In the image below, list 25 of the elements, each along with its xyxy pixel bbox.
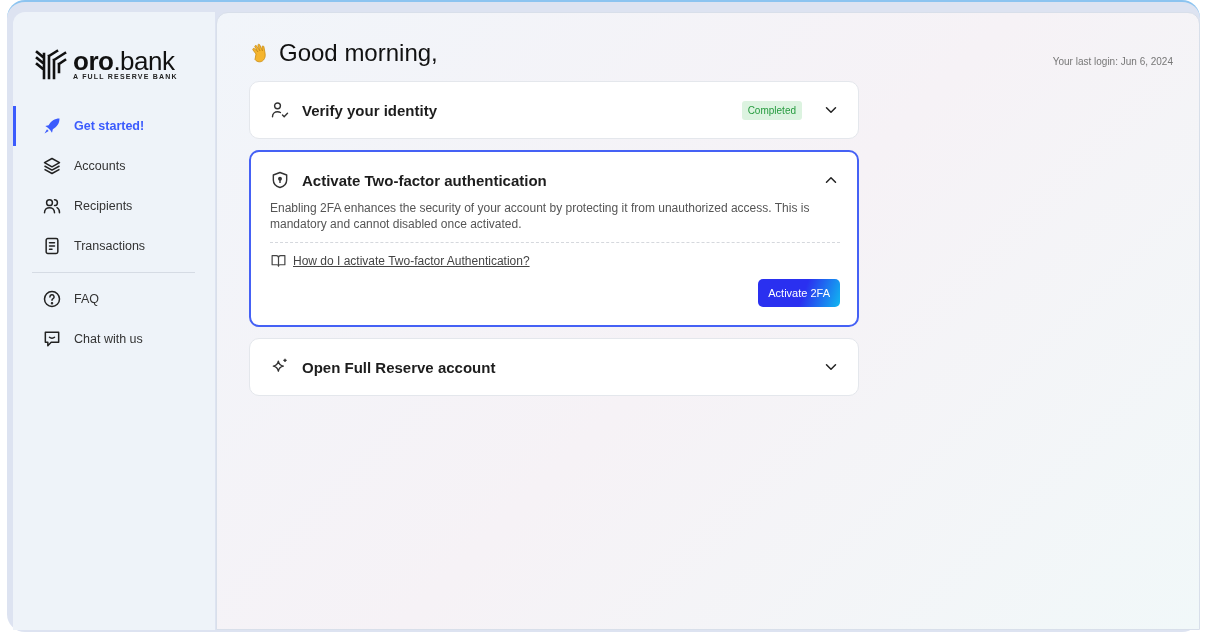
step-description: Enabling 2FA enhances the security of your account by protecting it from unauthorized access. This is mandatory and cannot disabled once activated. — [270, 200, 811, 232]
brand-name: oro.bank — [73, 48, 175, 73]
rocket-icon — [42, 116, 62, 136]
help-link[interactable]: How do I activate Two-factor Authentication? — [293, 253, 530, 268]
document-icon — [42, 236, 62, 256]
step-title: Verify your identity — [302, 101, 439, 119]
sidebar-item[interactable]: Transactions — [13, 226, 215, 266]
chat-icon — [42, 329, 62, 349]
sidebar-item[interactable]: Recipients — [13, 186, 215, 226]
sidebar-item[interactable]: FAQ — [13, 279, 215, 319]
status-badge: Completed — [741, 100, 802, 120]
user-check-icon — [270, 100, 290, 120]
layers-icon — [42, 156, 62, 176]
book-icon — [270, 252, 287, 269]
activate-button[interactable]: Activate 2FA — [758, 279, 840, 307]
step-title: Open Full Reserve account — [302, 358, 497, 376]
greeting-text: Good morning, — [279, 39, 438, 67]
logo-icon — [35, 48, 67, 80]
sidebar-item[interactable]: Chat with us — [13, 319, 215, 359]
users-icon — [42, 196, 62, 216]
step-title: Activate Two-factor authentication — [302, 171, 548, 189]
help-icon — [42, 289, 62, 309]
last-login-text: Your last login: Jun 6, 2024 — [1052, 56, 1173, 67]
sidebar-item[interactable]: Accounts — [13, 146, 215, 186]
shield-icon — [270, 170, 290, 190]
